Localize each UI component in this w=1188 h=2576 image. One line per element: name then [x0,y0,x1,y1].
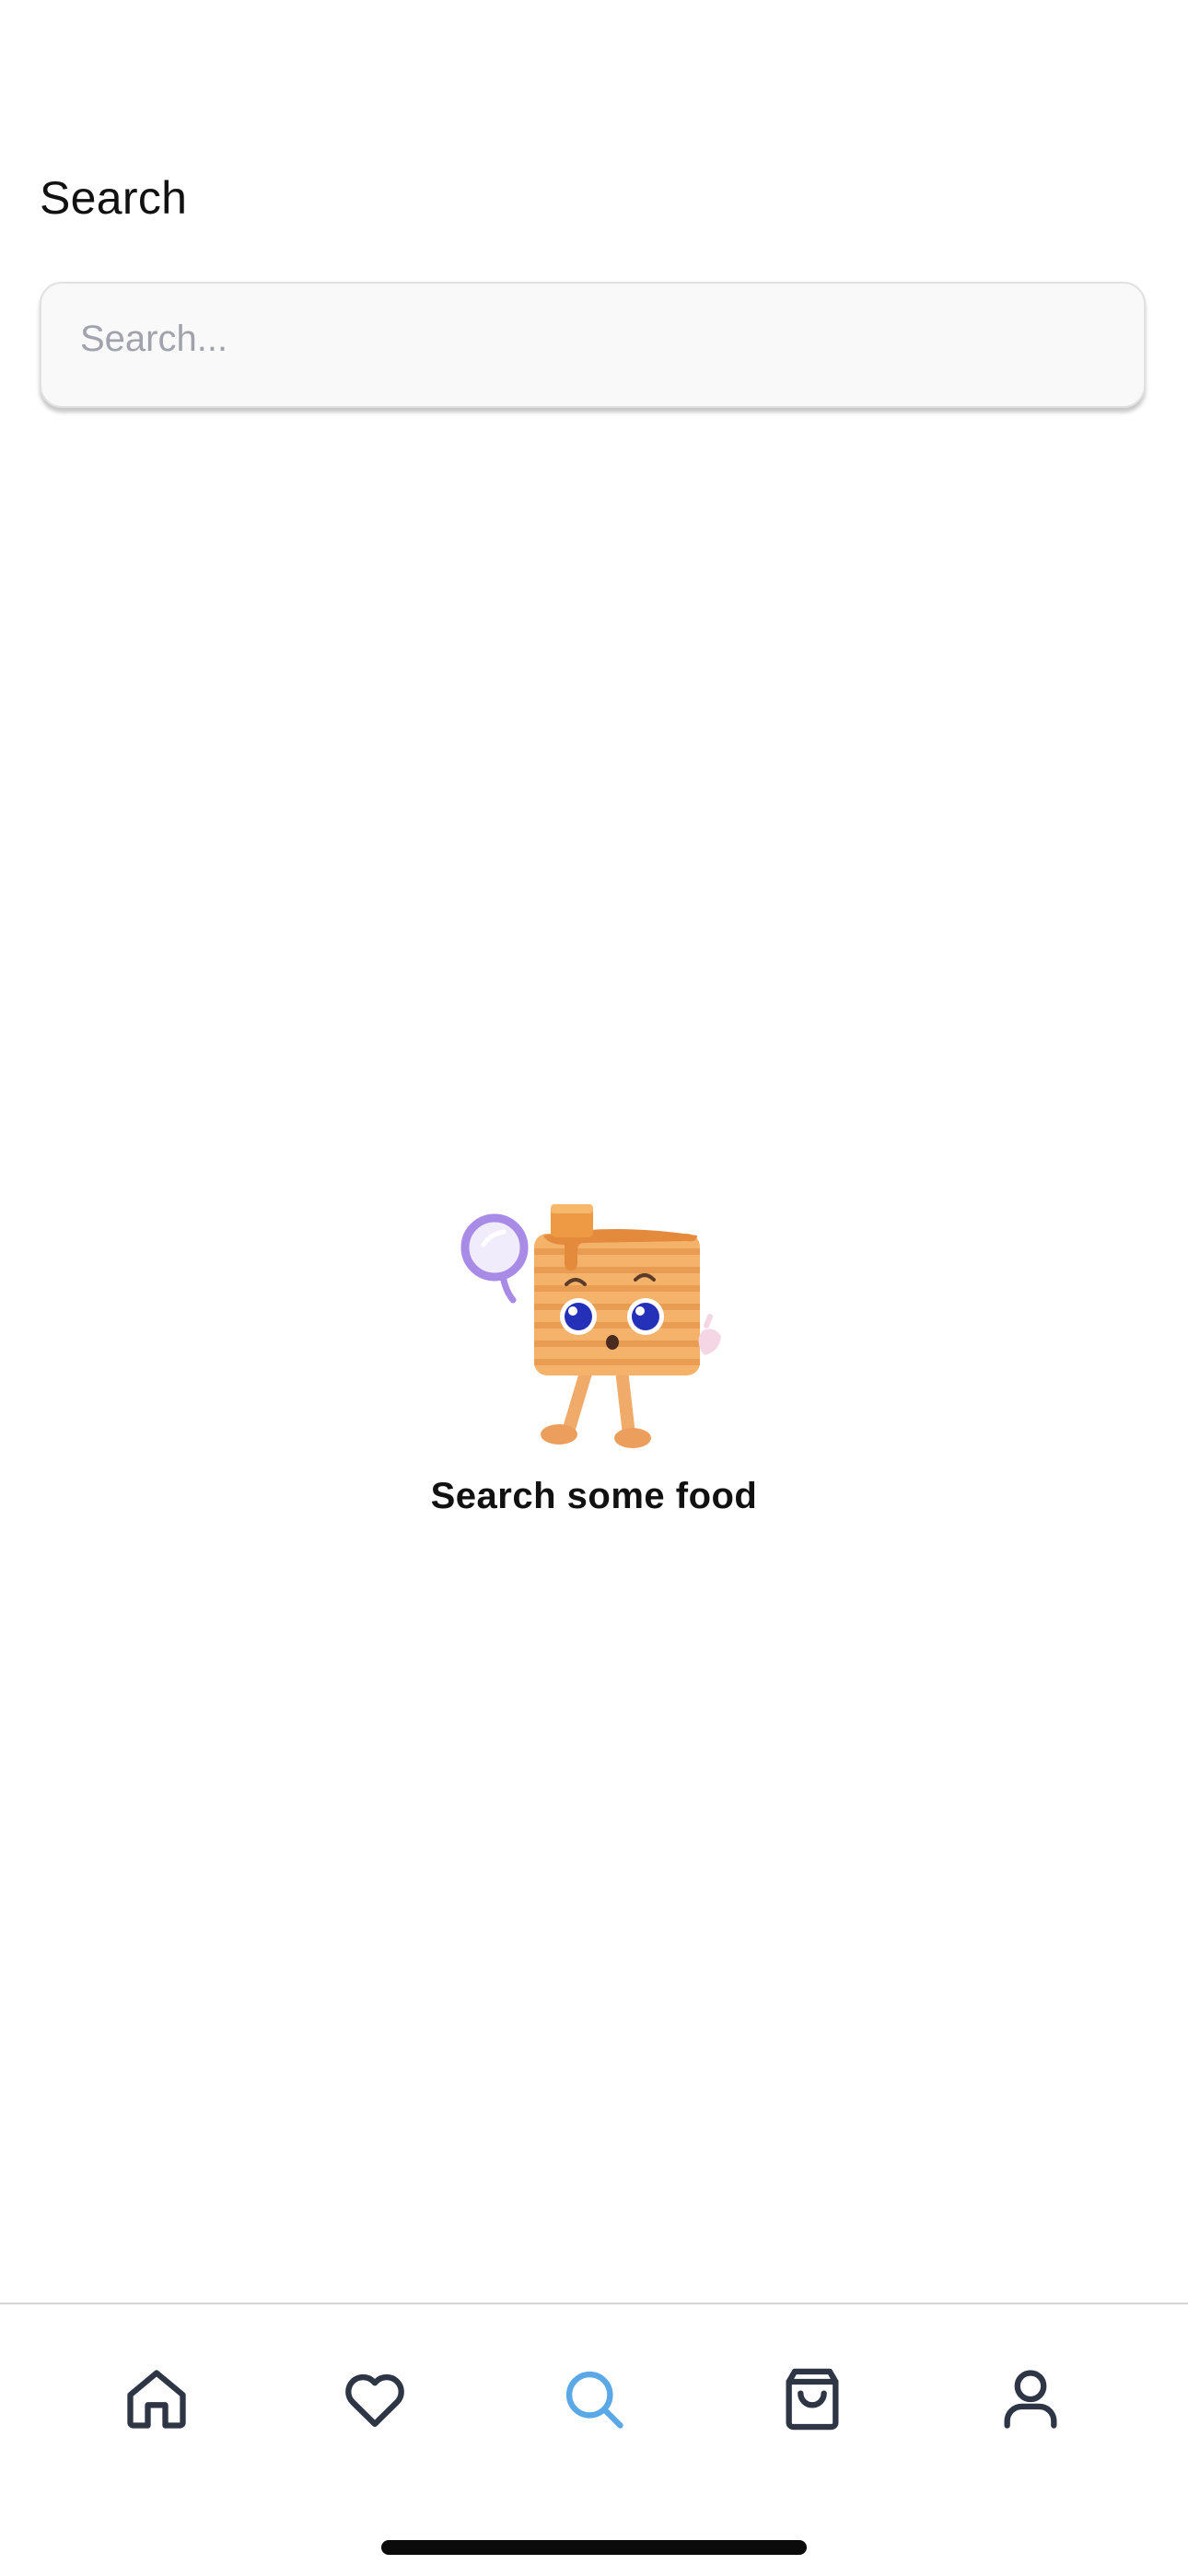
mascot-hand [698,1329,721,1355]
user-icon [1004,2370,1057,2429]
empty-state: Search some food [0,1197,1188,1547]
magnifier-ring [460,1213,529,1282]
mascot-left-leg [562,1363,593,1438]
search-icon [565,2371,623,2429]
tab-favorites[interactable] [333,2358,416,2441]
home-indicator [381,2540,807,2555]
tab-home[interactable] [115,2358,198,2441]
mascot-right-leg [615,1363,635,1441]
shopping-bag-icon [786,2368,839,2431]
tab-profile[interactable] [989,2358,1072,2441]
tab-cart[interactable] [771,2358,854,2441]
mascot-mouth [606,1335,619,1350]
tab-search[interactable] [553,2358,635,2441]
heart-icon [345,2373,404,2428]
empty-state-message: Search some food [430,1476,758,1516]
pancake-mascot-illustration [460,1204,721,1448]
mascot-right-foot [614,1428,651,1448]
bottom-tab-bar [0,2303,1188,2576]
search-input[interactable] [41,278,1144,400]
home-icon [127,2370,186,2429]
page-title: Search [40,172,188,224]
mascot-left-foot [541,1424,577,1445]
search-box[interactable] [40,278,1146,408]
